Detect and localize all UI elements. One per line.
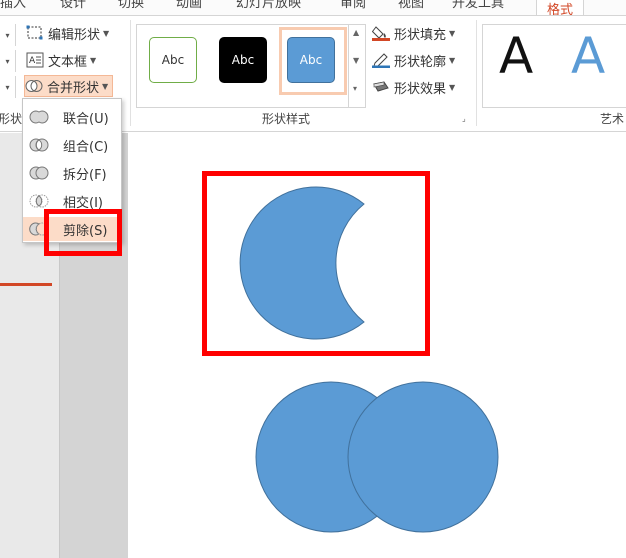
- chevron-down-icon: ▼: [449, 55, 456, 65]
- chevron-down-icon: ▼: [103, 28, 110, 38]
- annotation-box-subtract: [44, 209, 122, 256]
- group-divider: [476, 20, 477, 126]
- insert-shapes-group-label: 形状: [0, 112, 23, 126]
- menu-item-label: 相交(I): [63, 195, 103, 211]
- shape-effects-button[interactable]: 形状效果 ▼: [372, 76, 455, 98]
- shape-fill-label: 形状填充: [394, 27, 447, 43]
- menu-item-label: 组合(C): [63, 139, 109, 155]
- shape-style-swatch-blue[interactable]: Abc: [287, 37, 335, 83]
- merge-shapes-icon: [25, 78, 43, 94]
- ribbon-tab-strip: 插入 设计 切换 动画 幻灯片放映 审阅 视图 开发工具 格式: [0, 0, 626, 16]
- shape-style-swatch-dark[interactable]: Abc: [219, 37, 267, 83]
- gallery-scroll: ▲ ▼ ▾: [348, 24, 366, 108]
- text-box-label: 文本框: [48, 54, 88, 70]
- shape-gallery-dropdown[interactable]: ▾: [0, 24, 16, 46]
- gallery-down-icon[interactable]: ▼: [353, 56, 359, 65]
- menu-item-fragment[interactable]: 拆分(F): [23, 161, 121, 185]
- annotation-box-crescent: [202, 171, 430, 356]
- tab-design[interactable]: 设计: [60, 0, 86, 11]
- tab-transitions[interactable]: 切换: [118, 0, 144, 11]
- thumbnail-selection-accent: [0, 283, 52, 286]
- edit-shape-label: 编辑形状: [48, 27, 101, 43]
- shape-style-swatch-outline[interactable]: Abc: [149, 37, 197, 83]
- chevron-down-icon: ▼: [449, 82, 456, 92]
- right-circle-shape[interactable]: [347, 381, 499, 533]
- menu-item-label: 拆分(F): [63, 167, 107, 183]
- shape-fill-button[interactable]: 形状填充 ▼: [371, 22, 456, 44]
- gallery-more-icon[interactable]: ▾: [353, 84, 357, 93]
- chevron-down-icon: ▼: [102, 81, 109, 91]
- wordart-group-label: 艺术: [600, 112, 625, 126]
- tab-animations[interactable]: 动画: [176, 0, 202, 11]
- fragment-icon: [29, 165, 49, 181]
- shape-outline-label: 形状轮廓: [394, 54, 447, 70]
- tab-format[interactable]: 格式: [536, 0, 585, 15]
- union-icon: [29, 109, 49, 125]
- tab-developer[interactable]: 开发工具: [452, 0, 504, 11]
- menu-item-label: 联合(U): [63, 111, 109, 127]
- text-box-icon: A: [26, 52, 44, 68]
- shape-gallery-expand[interactable]: ▾: [0, 76, 16, 98]
- wordart-style-blue[interactable]: A: [571, 31, 605, 81]
- tab-view[interactable]: 视图: [398, 0, 424, 11]
- edit-shape-button[interactable]: 编辑形状 ▼: [26, 22, 109, 44]
- menu-item-combine[interactable]: 组合(C): [23, 133, 121, 157]
- intersect-icon: [29, 193, 49, 209]
- chevron-down-icon: ▼: [449, 28, 456, 38]
- gallery-up-icon[interactable]: ▲: [353, 28, 359, 37]
- group-divider: [130, 20, 131, 126]
- wordart-gallery: A A: [482, 24, 626, 108]
- dialog-launcher-icon[interactable]: ⌟: [462, 114, 466, 123]
- pen-icon: [372, 52, 390, 68]
- menu-item-union[interactable]: 联合(U): [23, 105, 121, 129]
- svg-text:A: A: [29, 56, 36, 66]
- slide-canvas[interactable]: [128, 133, 626, 558]
- shape-style-gallery: Abc Abc Abc: [136, 24, 366, 108]
- text-box-button[interactable]: A 文本框 ▼: [26, 49, 96, 71]
- shape-outline-button[interactable]: 形状轮廓 ▼: [372, 49, 455, 71]
- shape-gallery-more[interactable]: ▾: [0, 50, 16, 72]
- tab-review[interactable]: 审阅: [340, 0, 366, 11]
- wordart-style-black[interactable]: A: [499, 31, 533, 81]
- edit-shape-icon: [26, 25, 44, 41]
- chevron-down-icon: ▼: [90, 55, 97, 65]
- tab-slideshow[interactable]: 幻灯片放映: [236, 0, 301, 11]
- tab-insert[interactable]: 插入: [0, 0, 26, 11]
- combine-icon: [29, 137, 49, 153]
- shape-effects-label: 形状效果: [394, 81, 447, 97]
- shape-effects-icon: [372, 79, 390, 95]
- merge-shapes-button[interactable]: 合并形状 ▼: [24, 75, 114, 97]
- shape-styles-group-label: 形状样式: [262, 112, 311, 126]
- paint-bucket-icon: [371, 25, 390, 41]
- merge-shapes-label: 合并形状: [47, 80, 100, 96]
